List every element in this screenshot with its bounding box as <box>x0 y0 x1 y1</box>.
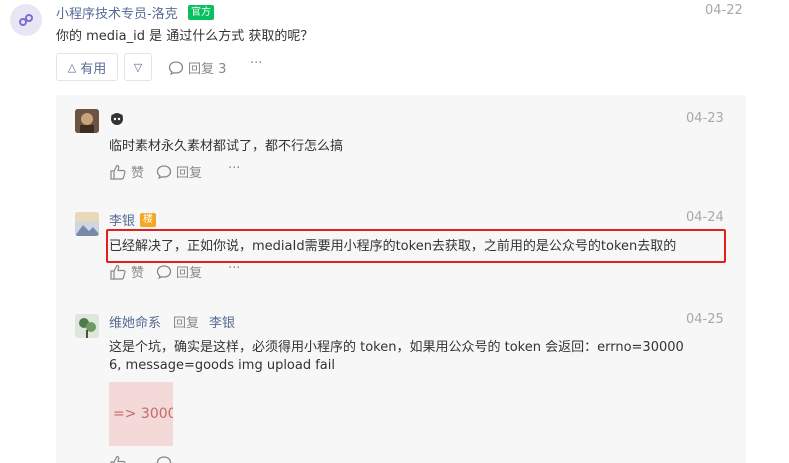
official-badge: 官方 <box>188 5 214 20</box>
attached-image-thumbnail[interactable]: => 30000 <box>109 382 173 446</box>
plant-photo-icon <box>75 314 99 338</box>
attached-image-text: => 30000 <box>113 406 173 422</box>
avatar[interactable] <box>75 212 99 236</box>
upvote-label: 有用 <box>80 61 107 77</box>
reply-content: 已经解决了，正如你说，mediaId需要用小程序的token去获取，之前用的是公… <box>109 239 677 254</box>
reply-button[interactable]: 回复 3 <box>168 58 226 77</box>
reply-count: 回复 3 <box>188 62 227 77</box>
author-name[interactable]: 小程序技术专员-洛克 <box>56 3 178 22</box>
reply-button[interactable] <box>156 455 172 463</box>
like-label: 赞 <box>131 166 145 181</box>
comment-date: 04-22 <box>705 3 743 18</box>
upvote-button[interactable]: △ 有用 <box>56 53 118 81</box>
reply-button[interactable]: 回复 <box>156 162 202 181</box>
downvote-button[interactable]: ▽ <box>124 53 152 81</box>
comment-bubble-icon <box>168 60 184 75</box>
author-name[interactable]: 维她命系 <box>109 312 161 331</box>
more-icon[interactable]: ··· <box>228 161 240 176</box>
author-name[interactable]: 李银 <box>109 210 135 229</box>
downvote-icon: ▽ <box>133 60 143 74</box>
user-photo-icon <box>75 109 99 133</box>
reply-date: 04-25 <box>686 312 724 327</box>
reply-label: 回复 <box>176 166 203 181</box>
like-button[interactable] <box>109 455 127 463</box>
avatar[interactable] <box>10 4 42 36</box>
reply-date: 04-24 <box>686 210 724 225</box>
thumb-up-icon <box>110 455 126 463</box>
cat-emoji-name-icon[interactable] <box>109 110 125 130</box>
avatar[interactable] <box>75 109 99 133</box>
thumb-up-icon <box>110 164 126 180</box>
upvote-icon: △ <box>67 60 77 74</box>
reply-content: 临时素材永久素材都试了，都不行怎么搞 <box>109 139 344 154</box>
miniprogram-logo-icon <box>19 14 33 26</box>
more-icon[interactable]: ··· <box>228 261 240 276</box>
like-button[interactable]: 赞 <box>109 262 144 281</box>
comment-content: 你的 media_id 是 通过什么方式 获取的呢？ <box>56 29 314 44</box>
reply-button[interactable]: 回复 <box>156 262 202 281</box>
avatar[interactable] <box>75 314 99 338</box>
like-button[interactable]: 赞 <box>109 162 144 181</box>
floor-owner-badge: 楼 <box>140 213 156 227</box>
comment-bubble-icon <box>156 264 172 279</box>
reply-content-line2: 6, message=goods img upload fail <box>109 358 336 373</box>
like-label: 赞 <box>131 266 145 281</box>
landscape-photo-icon <box>75 212 99 236</box>
reply-content-line1: 这是个坑，确实是这样，必须得用小程序的 token，如果用公众号的 token … <box>109 340 684 355</box>
reply-date: 04-23 <box>686 111 724 126</box>
comment-bubble-icon <box>156 456 172 463</box>
more-icon[interactable]: ··· <box>250 56 262 71</box>
reply-to-word: 回复 <box>173 316 200 331</box>
reply-label: 回复 <box>176 266 203 281</box>
thumb-up-icon <box>110 264 126 280</box>
reply-to-user[interactable]: 李银 <box>209 312 235 331</box>
comment-bubble-icon <box>156 164 172 179</box>
